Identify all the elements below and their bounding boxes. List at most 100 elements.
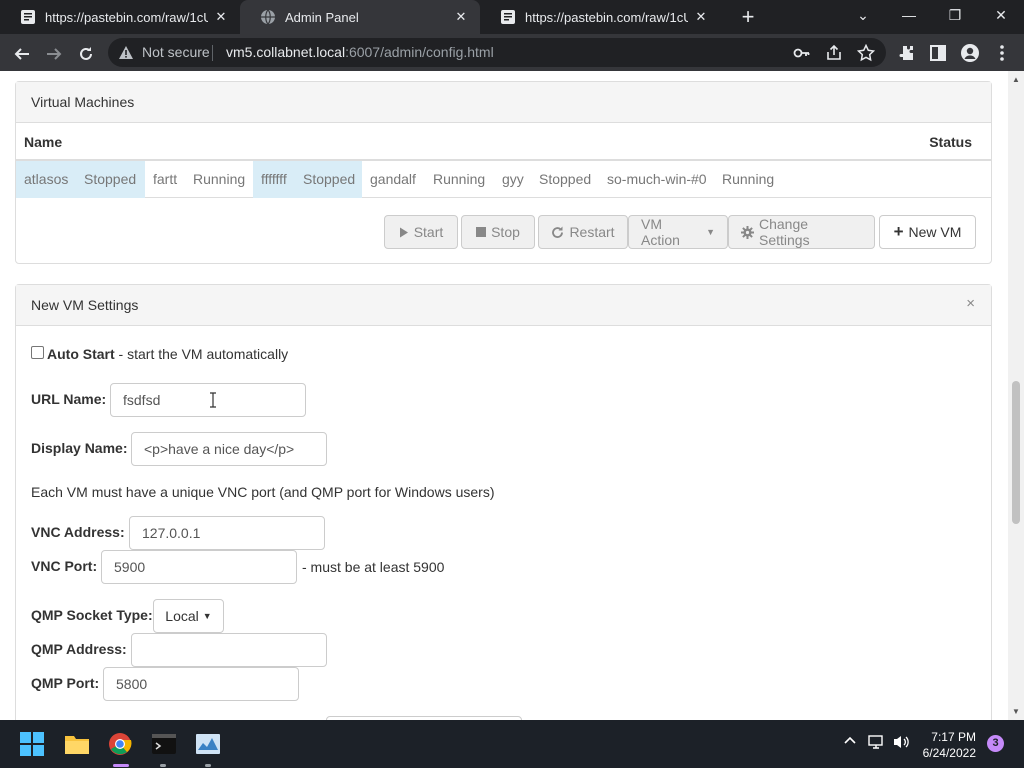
close-tab-icon[interactable]: ✕ [688,9,714,25]
vnc-address-input[interactable]: 127.0.0.1 [129,516,325,550]
scroll-down-icon[interactable]: ▼ [1012,707,1020,716]
extensions-icon[interactable] [896,43,916,63]
forward-button[interactable] [40,39,68,67]
windows-logo-icon [20,732,44,756]
chrome-taskbar-button[interactable] [104,728,136,760]
qmp-socket-type-dropdown[interactable]: Local ▼ [153,599,224,633]
auto-start-desc: - start the VM automatically [114,346,289,362]
url-text[interactable]: vm5.collabnet.local:6007/admin/config.ht… [226,44,494,60]
reload-button[interactable] [72,39,100,67]
start-button[interactable]: Start [384,215,458,249]
start-menu-button[interactable] [16,728,48,760]
close-tab-icon[interactable]: ✕ [448,9,474,25]
vnc-port-label: VNC Port: [31,558,98,574]
notification-badge[interactable]: 3 [987,735,1004,752]
browser-tab-pastebin-1[interactable]: https://pastebin.com/raw/1cUjfQ ✕ [0,0,240,34]
new-tab-button[interactable]: + [736,3,760,31]
volume-icon[interactable] [892,734,912,754]
terminal-icon [152,734,176,754]
chrome-icon [109,733,132,755]
stop-button[interactable]: Stop [461,215,535,249]
pastebin-icon [21,10,35,24]
vm-item-gyy[interactable]: gyy Stopped [494,161,599,198]
browser-tab-admin-panel[interactable]: Admin Panel ✕ [240,0,480,34]
auto-start-label: Auto Start [47,346,115,362]
vm-name: atlasos [24,171,69,187]
chart-monitor-icon [196,734,220,754]
column-header-status: Status [929,134,972,150]
vnc-address-label: VNC Address: [31,524,125,540]
terminal-taskbar-button[interactable] [148,728,180,760]
close-window-button[interactable]: ✕ [978,0,1024,30]
stop-label: Stop [491,224,520,240]
vm-status: Running [722,171,775,187]
vm-status: Running [433,171,486,187]
minimize-button[interactable]: — [886,0,932,30]
arrow-left-icon [14,48,29,61]
gear-icon [741,225,754,239]
vm-name: fffffff [261,171,287,187]
vm-item-so-much-win-0[interactable]: so-much-win-#0 Running [599,161,784,198]
url-host: vm5.collabnet.local [226,44,346,60]
display-name-label: Display Name: [31,440,128,456]
menu-kebab-icon[interactable] [992,43,1012,63]
vnc-port-input[interactable]: 5900 [101,550,297,584]
new-vm-button[interactable]: + New VM [879,215,976,249]
restart-button[interactable]: Restart [538,215,628,249]
star-icon[interactable] [857,44,875,62]
change-settings-button[interactable]: Change Settings [728,215,875,249]
vnc-note: Each VM must have a unique VNC port (and… [31,484,495,500]
browser-tab-pastebin-2[interactable]: https://pastebin.com/raw/1cUjfQ ✕ [480,0,720,34]
new-vm-label: New VM [908,224,962,240]
vm-action-dropdown[interactable]: VM Action ▼ [628,215,728,249]
url-name-input[interactable]: fsdfsd [110,383,306,417]
omnibox-divider [212,45,213,61]
globe-icon [261,9,275,25]
back-button[interactable] [8,39,36,67]
active-app-indicator [113,764,129,767]
qmp-address-input[interactable] [131,633,327,667]
chevron-up-icon[interactable] [840,734,860,754]
vm-item-fffffff[interactable]: fffffff Stopped [253,161,362,198]
close-icon[interactable]: × [966,295,975,312]
vm-name: so-much-win-#0 [607,171,707,187]
security-label[interactable]: Not secure [142,44,210,60]
share-icon[interactable] [825,44,843,62]
arrow-right-icon [47,48,62,61]
qmp-port-input[interactable]: 5800 [103,667,299,701]
address-bar[interactable]: Not secure vm5.collabnet.local:6007/admi… [108,38,886,67]
tab-search-icon[interactable]: ⌄ [840,0,886,30]
display-name-input[interactable]: <p>have a nice day</p> [131,432,327,466]
browser-toolbar: Not secure vm5.collabnet.local:6007/admi… [0,34,1024,71]
resource-monitor-taskbar-button[interactable] [192,728,224,760]
windows-taskbar: 7:17 PM 6/24/2022 [0,720,1024,768]
close-tab-icon[interactable]: ✕ [208,9,234,25]
warning-icon [119,46,133,59]
page-scrollbar[interactable]: ▲ ▼ [1008,71,1024,720]
column-header-name: Name [24,134,63,150]
network-icon[interactable] [867,734,887,754]
url-path: :6007/admin/config.html [345,44,494,60]
file-explorer-button[interactable] [61,728,93,760]
scrollbar-thumb[interactable] [1012,381,1020,524]
caret-down-icon: ▼ [202,611,212,621]
virtual-machines-panel: Virtual Machines Name Status atlasos Sto… [15,81,992,264]
key-icon[interactable] [793,44,811,62]
side-panel-icon[interactable] [928,43,948,63]
qmp-port-label: QMP Port: [31,675,100,691]
auto-start-checkbox[interactable] [31,346,44,359]
qmp-address-label: QMP Address: [31,641,127,657]
vm-item-fartt[interactable]: fartt Running [145,161,253,198]
system-clock[interactable]: 7:17 PM 6/24/2022 [923,729,976,761]
pastebin-icon [501,10,515,24]
vm-item-atlasos[interactable]: atlasos Stopped [16,161,145,198]
play-icon [399,227,409,238]
scroll-up-icon[interactable]: ▲ [1012,75,1020,84]
vm-item-gandalf[interactable]: gandalf Running [362,161,494,198]
restore-button[interactable]: ❐ [932,0,978,30]
vm-list-row: atlasos Stopped fartt Running fffffff St… [16,161,991,198]
profile-icon[interactable] [960,43,980,63]
vm-table-header: Name Status [16,123,991,161]
vm-status: Running [193,171,246,187]
tab-title: https://pastebin.com/raw/1cUjfQ [525,9,688,25]
